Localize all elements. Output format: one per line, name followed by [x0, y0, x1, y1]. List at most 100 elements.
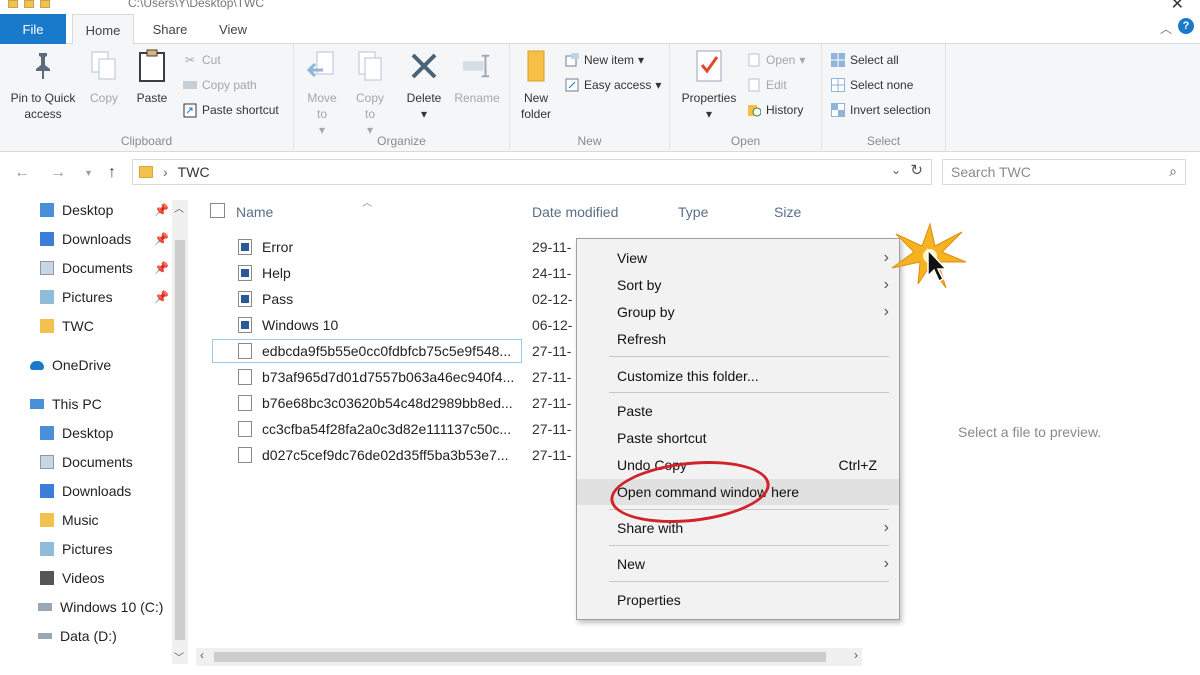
pin-icon[interactable]: 📌 — [154, 261, 169, 275]
nav-item-pictures[interactable]: Pictures 📌 — [40, 286, 169, 308]
help-icon[interactable]: ? — [1178, 18, 1194, 34]
edit-button[interactable]: Edit — [746, 77, 787, 93]
chevron-up-icon[interactable]: ︿ — [1160, 20, 1172, 37]
address-dropdown-icon[interactable]: ⌄ — [891, 163, 901, 177]
nav-item-pc-pictures[interactable]: Pictures — [40, 538, 113, 560]
refresh-icon[interactable]: ↻ — [910, 161, 923, 179]
copy-button[interactable]: Copy — [84, 48, 124, 106]
scroll-right-icon[interactable]: › — [854, 648, 858, 662]
rename-button[interactable]: Rename — [452, 48, 502, 106]
group-organize: Move to ▾ Copy to ▾ Delete ▾ Rename Orga… — [294, 44, 510, 152]
invert-selection-icon — [830, 102, 846, 118]
nav-label: Desktop — [62, 425, 114, 441]
invert-selection-button[interactable]: Invert selection — [830, 102, 931, 118]
new-item-icon — [564, 52, 580, 68]
scroll-thumb[interactable] — [175, 240, 185, 640]
scroll-left-icon[interactable]: ‹ — [200, 648, 204, 662]
menu-label: Group by — [617, 304, 675, 320]
paste-shortcut-button[interactable]: Paste shortcut — [182, 102, 279, 118]
window-title: C:\Users\Y\Desktop\TWC — [128, 0, 265, 10]
menu-item-share-with[interactable]: Share with › — [577, 515, 899, 541]
pin-to-quick-access-button[interactable]: Pin to Quick access — [6, 48, 80, 122]
nav-item-pc-videos[interactable]: Videos — [40, 567, 105, 589]
select-none-button[interactable]: Select none — [830, 77, 913, 93]
select-all-button[interactable]: Select all — [830, 52, 899, 68]
menu-item-customize[interactable]: Customize this folder... — [577, 363, 899, 389]
nav-label: TWC — [62, 318, 94, 334]
nav-item-drive-d[interactable]: Data (D:) — [38, 625, 117, 647]
nav-item-pc-downloads[interactable]: Downloads — [40, 480, 131, 502]
menu-item-group-by[interactable]: Group by › — [577, 299, 899, 325]
word-document-icon — [238, 317, 252, 333]
column-header-name[interactable]: Name — [236, 204, 273, 220]
tab-share[interactable]: Share — [140, 14, 200, 44]
up-arrow-icon[interactable]: ↑ — [108, 164, 116, 182]
move-to-button[interactable]: Move to ▾ — [302, 48, 342, 138]
menu-item-properties[interactable]: Properties — [577, 587, 899, 613]
open-button[interactable]: Open ▾ — [746, 52, 805, 68]
history-button[interactable]: History — [746, 102, 803, 118]
nav-item-desktop[interactable]: Desktop 📌 — [40, 199, 169, 221]
column-header-type[interactable]: Type — [678, 204, 708, 220]
search-input[interactable]: Search TWC ⌕ — [942, 159, 1186, 185]
close-icon[interactable]: ✕ — [1171, 0, 1184, 14]
documents-folder-icon — [40, 261, 54, 275]
recent-locations-caret[interactable]: ▾ — [86, 168, 91, 179]
nav-item-twc[interactable]: TWC — [40, 315, 94, 337]
forward-arrow-icon[interactable]: → — [50, 164, 66, 182]
pin-icon[interactable]: 📌 — [154, 290, 169, 304]
move-to-icon — [306, 48, 338, 84]
nav-item-downloads[interactable]: Downloads 📌 — [40, 228, 169, 250]
group-label-open: Open — [730, 134, 761, 148]
scroll-down-icon[interactable]: ﹀ — [174, 649, 184, 664]
breadcrumb-separator-icon: › — [163, 164, 168, 180]
menu-item-sort-by[interactable]: Sort by › — [577, 272, 899, 298]
scroll-thumb[interactable] — [214, 652, 826, 662]
cut-button[interactable]: ✂ Cut — [182, 52, 221, 68]
nav-pane-scrollbar[interactable]: ︿ ﹀ — [172, 200, 188, 664]
menu-item-paste-shortcut[interactable]: Paste shortcut — [577, 425, 899, 451]
back-arrow-icon[interactable]: ← — [14, 164, 30, 182]
file-date: 29-11- — [532, 239, 572, 255]
delete-button[interactable]: Delete ▾ — [404, 48, 444, 122]
column-header-size[interactable]: Size — [774, 204, 801, 220]
pin-icon[interactable]: 📌 — [154, 232, 169, 246]
file-list-horizontal-scrollbar[interactable]: ‹ › — [196, 648, 862, 666]
breadcrumb-current[interactable]: TWC — [178, 164, 210, 180]
invert-selection-label: Invert selection — [850, 103, 931, 117]
nav-item-pc-music[interactable]: Music — [40, 509, 99, 531]
file-name: cc3cfba54f28fa2a0c3d82e111137c50c... — [262, 421, 512, 437]
easy-access-button[interactable]: Easy access ▾ — [564, 77, 661, 93]
tab-home[interactable]: Home — [72, 14, 134, 45]
new-item-button[interactable]: New item ▾ — [564, 52, 644, 68]
nav-item-drive-c[interactable]: Windows 10 (C:) — [38, 596, 163, 618]
tab-file[interactable]: File — [0, 14, 66, 44]
quick-access-toolbar[interactable] — [8, 0, 54, 10]
nav-item-pc-desktop[interactable]: Desktop — [40, 422, 113, 444]
select-all-label: Select all — [850, 53, 899, 67]
nav-item-this-pc[interactable]: This PC — [30, 393, 102, 415]
nav-label: Downloads — [62, 483, 132, 499]
copy-label: Copy — [89, 91, 118, 105]
address-bar[interactable]: › TWC ⌄ ↻ — [132, 159, 932, 185]
search-icon[interactable]: ⌕ — [1169, 163, 1177, 180]
properties-button[interactable]: Properties ▾ — [678, 48, 740, 122]
copy-to-button[interactable]: Copy to ▾ — [350, 48, 390, 138]
menu-item-paste[interactable]: Paste — [577, 398, 899, 424]
nav-item-onedrive[interactable]: OneDrive — [30, 354, 111, 376]
menu-item-refresh[interactable]: Refresh — [577, 326, 899, 352]
tab-view[interactable]: View — [206, 14, 260, 44]
menu-item-new[interactable]: New › — [577, 551, 899, 577]
column-header-date[interactable]: Date modified — [532, 204, 618, 220]
menu-item-view[interactable]: View › — [577, 245, 899, 271]
new-folder-button[interactable]: New folder — [516, 48, 556, 122]
file-name: d027c5cef9dc76de02d35ff5ba3b53e7... — [262, 447, 509, 463]
nav-item-pc-documents[interactable]: Documents — [40, 451, 133, 473]
select-all-checkbox[interactable] — [210, 203, 225, 218]
move-to-label: Move to — [307, 91, 337, 121]
nav-item-documents[interactable]: Documents 📌 — [40, 257, 169, 279]
pin-icon[interactable]: 📌 — [154, 203, 169, 217]
paste-button[interactable]: Paste — [130, 48, 174, 106]
scroll-up-icon[interactable]: ︿ — [174, 200, 184, 215]
copy-path-button[interactable]: Copy path — [182, 77, 257, 93]
